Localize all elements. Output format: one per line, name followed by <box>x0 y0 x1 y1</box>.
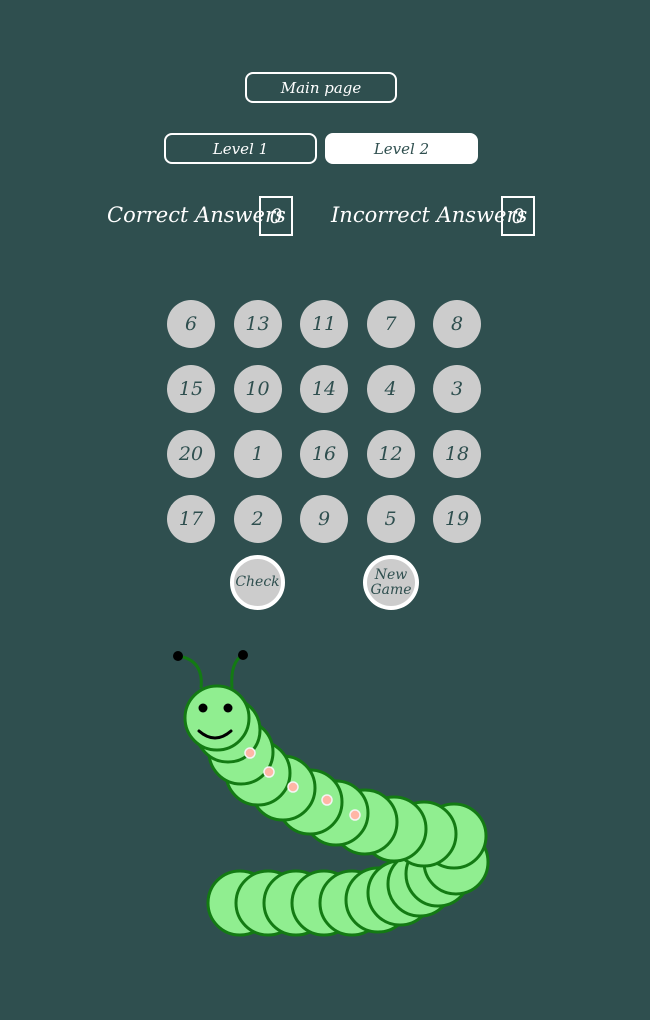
worm-antenna <box>230 653 244 689</box>
worm-spot <box>263 766 275 778</box>
worm-antenna <box>177 654 203 689</box>
worm-eye <box>223 703 233 713</box>
worm-spot <box>321 794 333 806</box>
caterpillar-illustration <box>173 650 490 937</box>
worm-antenna-tip <box>173 651 183 661</box>
worm-antenna-tip <box>238 650 248 660</box>
worm-spot <box>244 747 256 759</box>
worm-eye <box>198 703 208 713</box>
worm-head <box>183 684 251 752</box>
worm-spot <box>287 781 299 793</box>
worm-spot <box>349 809 361 821</box>
